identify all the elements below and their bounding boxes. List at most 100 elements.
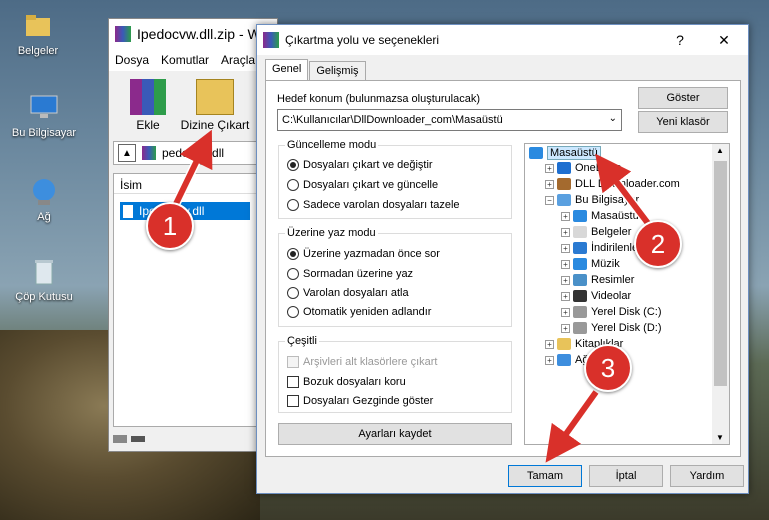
misc-option-2[interactable]: Dosyaları Gezginde göster — [287, 395, 433, 407]
tree-item[interactable]: + Yerel Disk (D:) — [561, 322, 662, 334]
radio-icon[interactable] — [287, 268, 299, 280]
radio-icon[interactable] — [287, 179, 299, 191]
menu-dosya[interactable]: Dosya — [109, 53, 155, 67]
network-icon — [28, 176, 60, 208]
update-mode-title: Güncelleme modu — [285, 139, 379, 151]
new-folder-button[interactable]: Yeni klasör — [638, 111, 728, 133]
close-icon[interactable]: ✕ — [704, 25, 744, 55]
tree-item[interactable]: Masaüstü — [529, 146, 601, 160]
tree-scrollbar[interactable]: ▲ ▼ — [712, 144, 729, 444]
tree-expander-icon[interactable]: + — [545, 163, 554, 173]
tree-expander-icon[interactable]: + — [561, 323, 570, 333]
pictures-icon — [573, 274, 587, 286]
extract-to-button[interactable]: Dizine Çıkart — [177, 79, 253, 132]
up-folder-icon[interactable]: ▲ — [118, 144, 136, 162]
chevron-down-icon[interactable]: ⌄ — [609, 113, 617, 124]
music-icon — [573, 258, 587, 270]
tree-item[interactable]: + Masaüstü — [561, 210, 639, 222]
scroll-thumb[interactable] — [714, 161, 727, 386]
cancel-button[interactable]: İptal — [589, 465, 663, 487]
disk-icon — [573, 306, 587, 318]
update-mode-option-2[interactable]: Sadece varolan dosyaları tazele — [287, 199, 460, 211]
tree-item[interactable]: − Bu Bilgisayar — [545, 194, 639, 206]
misc-option-1[interactable]: Bozuk dosyaları koru — [287, 376, 406, 388]
recycle-bin-icon — [28, 256, 60, 288]
winrar-menubar: Dosya Komutlar Araçla — [109, 49, 277, 71]
tree-item[interactable]: + Belgeler — [561, 226, 631, 238]
tree-expander-icon[interactable]: + — [561, 211, 570, 221]
desktop-icon-recycle-bin[interactable]: Çöp Kutusu — [2, 256, 86, 303]
path-bar: ▲ pedocvw.dll — [113, 141, 273, 165]
desktop-icon-this-pc[interactable]: Bu Bilgisayar — [2, 92, 86, 139]
tree-expander-icon[interactable]: + — [561, 275, 570, 285]
archive-books-icon — [130, 79, 166, 115]
download-icon — [573, 242, 587, 254]
tab-gelismis[interactable]: Gelişmiş — [309, 61, 366, 80]
winrar-statusbar — [113, 429, 263, 449]
tree-expander-icon[interactable]: − — [545, 195, 554, 205]
desktop-icon-network[interactable]: Ağ — [2, 176, 86, 223]
tree-item-label: DLL Downloader.com — [575, 178, 680, 190]
tree-item[interactable]: + Videolar — [561, 290, 631, 302]
tree-expander-icon[interactable]: + — [545, 355, 554, 365]
ok-button[interactable]: Tamam — [508, 465, 582, 487]
save-settings-button[interactable]: Ayarları kaydet — [278, 423, 512, 445]
tree-expander-icon[interactable]: + — [545, 179, 554, 189]
tree-item[interactable]: + Yerel Disk (C:) — [561, 306, 662, 318]
overwrite-mode-option-1[interactable]: Sormadan üzerine yaz — [287, 268, 413, 280]
video-icon — [573, 290, 587, 302]
overwrite-mode-option-2[interactable]: Varolan dosyaları atla — [287, 287, 409, 299]
tree-item-label: Müzik — [591, 258, 620, 270]
overwrite-mode-option-0[interactable]: Üzerine yazmadan önce sor — [287, 248, 440, 260]
dialog-tabs: Genel Gelişmiş — [265, 59, 367, 80]
tree-expander-icon[interactable]: + — [561, 307, 570, 317]
disk-icon — [573, 322, 587, 334]
tree-item-label: OneDrive — [575, 162, 622, 174]
tree-expander-icon[interactable]: + — [545, 339, 554, 349]
tree-expander-icon[interactable]: + — [561, 227, 570, 237]
tree-item[interactable]: + DLL Downloader.com — [545, 178, 680, 190]
checkbox-icon[interactable] — [287, 395, 299, 407]
misc-option-0[interactable]: Arşivleri alt klasörlere çıkart — [287, 356, 437, 368]
tab-genel[interactable]: Genel — [265, 59, 309, 80]
tree-expander-icon[interactable]: + — [561, 243, 570, 253]
dll-file-icon — [123, 204, 133, 218]
dialog-title: Çıkartma yolu ve seçenekleri — [285, 33, 440, 47]
radio-icon[interactable] — [287, 287, 299, 299]
help-icon[interactable]: ? — [660, 25, 700, 55]
tree-item[interactable]: + Müzik — [561, 258, 620, 270]
tree-expander-icon[interactable]: + — [561, 259, 570, 269]
menu-araclar[interactable]: Araçla — [215, 53, 261, 67]
destination-combo[interactable]: C:\Kullanıcılar\DllDownloader_com\Masaüs… — [277, 109, 622, 131]
scroll-down-icon[interactable]: ▼ — [716, 433, 724, 442]
tree-item[interactable]: + OneDrive — [545, 162, 621, 174]
radio-icon[interactable] — [287, 306, 299, 318]
desktop-icon — [529, 147, 543, 159]
scroll-up-icon[interactable]: ▲ — [716, 146, 724, 155]
radio-icon[interactable] — [287, 199, 299, 211]
tree-item-label: Masaüstü — [547, 146, 601, 160]
tree-item-label: Videolar — [591, 290, 632, 302]
radio-selected-icon[interactable] — [287, 248, 299, 260]
menu-komutlar[interactable]: Komutlar — [155, 53, 215, 67]
update-mode-option-1[interactable]: Dosyaları çıkart ve güncelle — [287, 179, 438, 191]
column-header-name[interactable]: İsim — [114, 174, 262, 194]
add-button[interactable]: Ekle — [123, 79, 173, 132]
help-button[interactable]: Yardım — [670, 465, 744, 487]
misc-title: Çeşitli — [285, 335, 319, 347]
step-badge-1: 1 — [146, 202, 194, 250]
checkbox-icon[interactable] — [287, 376, 299, 388]
update-mode-group: Güncelleme modu Dosyaları çıkart ve deği… — [278, 139, 512, 219]
tree-expander-icon[interactable]: + — [561, 291, 570, 301]
tree-item[interactable]: + Ağ — [545, 354, 588, 366]
tree-item[interactable]: + Resimler — [561, 274, 634, 286]
radio-selected-icon[interactable] — [287, 159, 299, 171]
winrar-title: Ipedocvw.dll.zip - W — [137, 26, 261, 42]
checkbox-disabled-icon — [287, 356, 299, 368]
network-icon — [557, 354, 571, 366]
update-mode-option-0[interactable]: Dosyaları çıkart ve değiştir — [287, 159, 433, 171]
tree-item[interactable]: + İndirilenler — [561, 242, 642, 254]
overwrite-mode-option-3[interactable]: Otomatik yeniden adlandır — [287, 306, 431, 318]
show-button[interactable]: Göster — [638, 87, 728, 109]
desktop-icon-documents[interactable]: Belgeler — [0, 10, 80, 57]
